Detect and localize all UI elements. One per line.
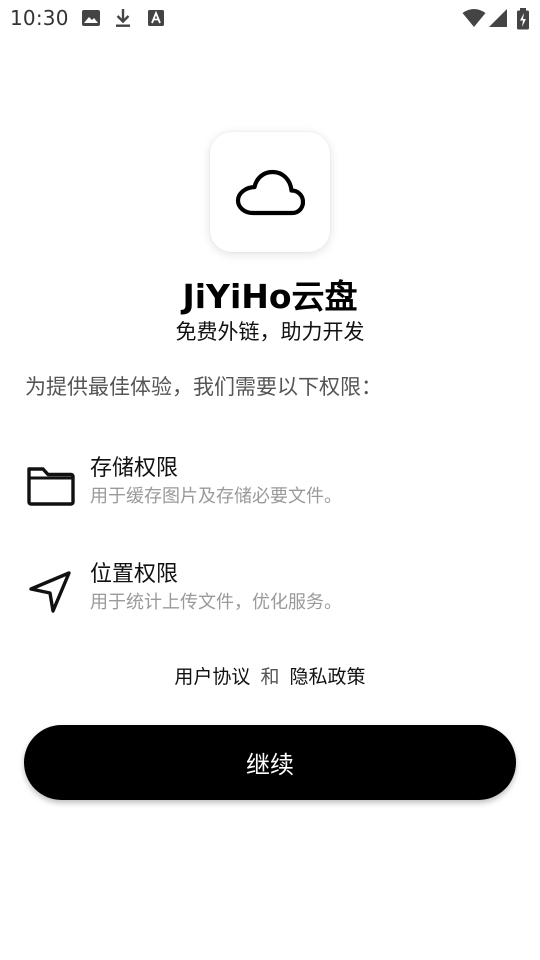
agreement-and-text: 和: [260, 666, 280, 688]
wifi-icon: [462, 8, 486, 28]
permission-title: 位置权限: [90, 562, 179, 587]
font-a-icon: [146, 8, 166, 28]
app-logo: [210, 132, 330, 252]
permission-item-storage: 存储权限 用于缓存图片及存储必要文件。: [24, 450, 524, 520]
cloud-icon: [235, 169, 305, 216]
user-agreement-link[interactable]: 用户协议: [174, 666, 250, 688]
status-bar: 10:30: [0, 0, 540, 36]
app-title: JiYiHo云盘: [182, 277, 358, 316]
permission-item-location: 位置权限 用于统计上传文件，优化服务。: [24, 556, 524, 626]
status-time: 10:30: [10, 6, 69, 30]
signal-icon: [488, 8, 508, 28]
permission-description: 用于缓存图片及存储必要文件。: [90, 486, 342, 507]
continue-button[interactable]: 继续: [24, 725, 516, 800]
app-subtitle: 免费外链，助力开发: [175, 320, 365, 344]
permission-description: 用于统计上传文件，优化服务。: [90, 592, 342, 613]
battery-charging-icon: [516, 8, 530, 30]
location-arrow-icon: [24, 564, 80, 620]
permissions-intro: 为提供最佳体验，我们需要以下权限：: [25, 375, 382, 399]
agreement-line: 用户协议 和 隐私政策: [0, 662, 540, 689]
permission-title: 存储权限: [90, 456, 179, 481]
image-icon: [81, 8, 101, 28]
folder-icon: [24, 458, 80, 514]
download-icon: [113, 8, 133, 28]
privacy-policy-link[interactable]: 隐私政策: [290, 666, 366, 688]
